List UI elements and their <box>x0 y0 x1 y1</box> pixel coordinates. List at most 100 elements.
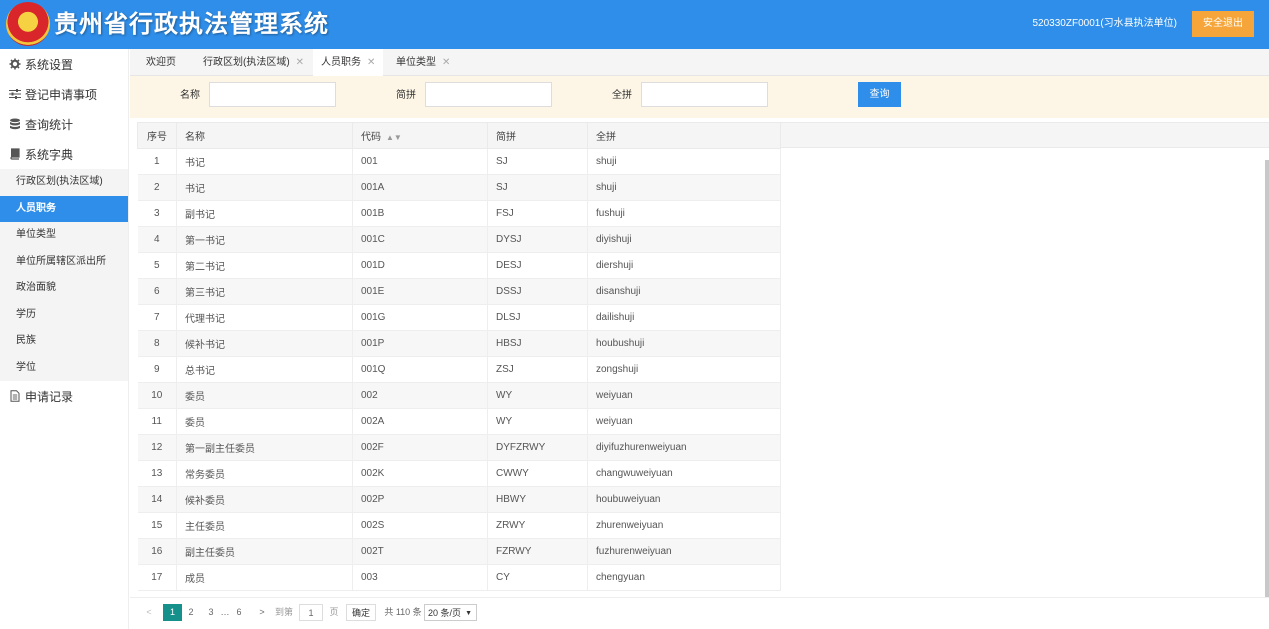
cell-name: 书记 <box>176 148 353 175</box>
submenu-item-unit-type[interactable]: 单位类型 <box>0 222 128 249</box>
submenu-item-degree[interactable]: 学位 <box>0 355 128 382</box>
table-row[interactable]: 16 副主任委员 002T FZRWY fuzhurenweiyuan <box>137 538 781 565</box>
table-row[interactable]: 13 常务委员 002K CWWY changwuweiyuan <box>137 460 781 487</box>
cell-full-pinyin: houbuweiyuan <box>587 486 781 513</box>
cell-code: 001B <box>352 200 488 227</box>
cell-full-pinyin: diyifuzhurenweiyuan <box>587 434 781 461</box>
table-row[interactable]: 6 第三书记 001E DSSJ disanshuji <box>137 278 781 305</box>
submenu-item-ethnicity[interactable]: 民族 <box>0 328 128 355</box>
table-row[interactable]: 14 候补委员 002P HBWY houbuweiyuan <box>137 486 781 513</box>
table-row[interactable]: 10 委员 002 WY weiyuan <box>137 382 781 409</box>
table-row[interactable]: 17 成员 003 CY chengyuan <box>137 564 781 591</box>
sidebar-item-label: 查询统计 <box>25 117 74 132</box>
cell-abbr: CWWY <box>487 460 588 487</box>
submenu-item-admin-division[interactable]: 行政区划(执法区域) <box>0 169 128 196</box>
cell-name: 副主任委员 <box>176 538 353 565</box>
tab-personnel-position[interactable]: 人员职务 ✕ <box>313 49 384 77</box>
page-unit-label: 页 <box>329 607 339 617</box>
user-info: 520330ZF0001(习水县执法单位) <box>1032 18 1178 29</box>
cell-code: 002F <box>352 434 488 461</box>
cell-index: 14 <box>137 486 177 513</box>
submenu-item-political-status[interactable]: 政治面貌 <box>0 275 128 302</box>
tab-unit-type[interactable]: 单位类型 ✕ <box>388 49 458 76</box>
page-3-button[interactable]: 3 <box>206 604 216 621</box>
cell-index: 7 <box>137 304 177 331</box>
cell-abbr: CY <box>487 564 588 591</box>
cell-abbr: HBSJ <box>487 330 588 357</box>
table-row[interactable]: 15 主任委员 002S ZRWY zhurenweiyuan <box>137 512 781 539</box>
query-button[interactable]: 查询 <box>858 82 901 107</box>
sidebar-item-system-settings[interactable]: 系统设置 <box>0 49 128 79</box>
submenu-item-education[interactable]: 学历 <box>0 302 128 329</box>
table-row[interactable]: 3 副书记 001B FSJ fushuji <box>137 200 781 227</box>
sort-icon[interactable]: ▲▼ <box>386 133 402 142</box>
table-row[interactable]: 1 书记 001 SJ shuji <box>137 148 781 175</box>
table-row[interactable]: 12 第一副主任委员 002F DYFZRWY diyifuzhurenweiyuan <box>137 434 781 461</box>
national-emblem-icon: ★ <box>6 2 50 46</box>
sliders-icon <box>8 88 21 101</box>
dictionary-submenu: 行政区划(执法区域) 人员职务 单位类型 单位所属辖区派出所 政治面貌 学历 民… <box>0 169 128 381</box>
cell-full-pinyin: disanshuji <box>587 278 781 305</box>
table-row[interactable]: 5 第二书记 001D DESJ diershuji <box>137 252 781 279</box>
cell-full-pinyin: weiyuan <box>587 382 781 409</box>
cell-name: 候补书记 <box>176 330 353 357</box>
sidebar-item-query-stats[interactable]: 查询统计 <box>0 109 128 139</box>
table-row[interactable]: 2 书记 001A SJ shuji <box>137 174 781 201</box>
sidebar: 系统设置 登记申请事项 查询统计 系统字典 行政区划(执法区域) 人员职务 单位… <box>0 49 129 629</box>
name-input[interactable] <box>209 82 336 107</box>
full-pinyin-input[interactable] <box>641 82 768 107</box>
cell-index: 5 <box>137 252 177 279</box>
close-icon[interactable]: ✕ <box>442 57 450 68</box>
logout-button[interactable]: 安全退出 <box>1192 11 1254 37</box>
tab-welcome[interactable]: 欢迎页 <box>138 49 184 76</box>
page-2-button[interactable]: 2 <box>186 604 196 621</box>
page-1-button[interactable]: 1 <box>163 604 182 621</box>
cell-name: 书记 <box>176 174 353 201</box>
page-number-input[interactable]: 1 <box>299 604 323 621</box>
cell-abbr: WY <box>487 382 588 409</box>
cell-name: 第二书记 <box>176 252 353 279</box>
submenu-item-personnel-position[interactable]: 人员职务 <box>0 195 128 222</box>
cell-abbr: SJ <box>487 148 588 175</box>
page-size-select[interactable]: 20 条/页 ▼ <box>424 604 477 621</box>
submenu-item-police-station[interactable]: 单位所属辖区派出所 <box>0 249 128 276</box>
tab-label: 人员职务 <box>321 57 361 68</box>
tab-admin-division[interactable]: 行政区划(执法区域) ✕ <box>195 49 312 76</box>
abbr-label: 简拼 <box>396 90 416 101</box>
sidebar-item-registration[interactable]: 登记申请事项 <box>0 79 128 109</box>
next-page-icon[interactable]: > <box>257 604 267 621</box>
data-table-container: 序号 名称 代码 ▲▼ 简拼 全拼 1 书记 001 SJ shuji 2 书记 001A SJ s… <box>137 122 1269 597</box>
column-header-code[interactable]: 代码 ▲▼ <box>352 122 488 149</box>
sidebar-item-application-records[interactable]: 申请记录 <box>0 381 128 411</box>
vertical-scrollbar[interactable] <box>1265 160 1269 597</box>
dropdown-arrow-icon: ▼ <box>465 610 472 617</box>
abbr-input[interactable] <box>425 82 552 107</box>
cell-full-pinyin: shuji <box>587 174 781 201</box>
sidebar-item-dictionary[interactable]: 系统字典 <box>0 139 128 169</box>
prev-page-icon[interactable]: < <box>144 604 154 621</box>
cell-index: 15 <box>137 512 177 539</box>
close-icon[interactable]: ✕ <box>296 57 304 68</box>
table-row[interactable]: 11 委员 002A WY weiyuan <box>137 408 781 435</box>
cell-abbr: DSSJ <box>487 278 588 305</box>
book-icon <box>8 148 21 161</box>
table-row[interactable]: 4 第一书记 001C DYSJ diyishuji <box>137 226 781 253</box>
close-icon[interactable]: ✕ <box>367 57 375 68</box>
cell-index: 9 <box>137 356 177 383</box>
cell-index: 12 <box>137 434 177 461</box>
table-row[interactable]: 8 候补书记 001P HBSJ houbushuji <box>137 330 781 357</box>
page-6-button[interactable]: 6 <box>234 604 244 621</box>
cell-code: 001C <box>352 226 488 253</box>
cell-name: 委员 <box>176 408 353 435</box>
confirm-button[interactable]: 确定 <box>346 604 376 621</box>
column-header-name: 名称 <box>176 122 353 149</box>
cell-full-pinyin: changwuweiyuan <box>587 460 781 487</box>
cell-full-pinyin: zhurenweiyuan <box>587 512 781 539</box>
cell-code: 002P <box>352 486 488 513</box>
column-header-index: 序号 <box>137 122 177 149</box>
cell-code: 001P <box>352 330 488 357</box>
app-title: 贵州省行政执法管理系统 <box>54 10 329 38</box>
table-row[interactable]: 7 代理书记 001G DLSJ dailishuji <box>137 304 781 331</box>
page-ellipsis: … <box>220 607 230 617</box>
table-row[interactable]: 9 总书记 001Q ZSJ zongshuji <box>137 356 781 383</box>
